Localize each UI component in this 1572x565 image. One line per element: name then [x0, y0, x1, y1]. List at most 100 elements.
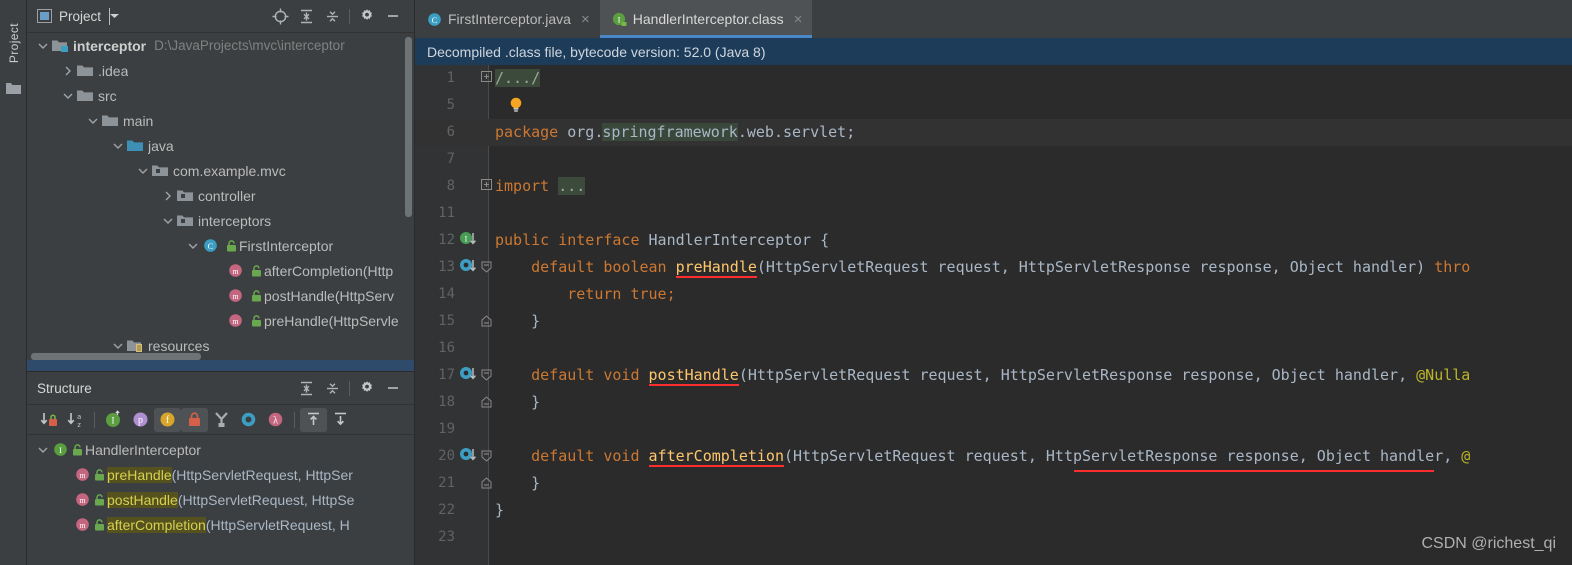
chevron-down-icon[interactable] [109, 7, 120, 25]
overridden-method-icon[interactable] [459, 447, 481, 468]
code-line[interactable]: 18 } [415, 389, 1572, 416]
project-tree-row[interactable]: m preHandle(HttpServle [27, 308, 414, 333]
chevron-down-icon[interactable] [110, 342, 126, 350]
svg-text:C: C [207, 241, 213, 251]
structure-member-name: postHandle [107, 491, 178, 508]
fold-collapse-end-icon[interactable] [481, 315, 492, 330]
folded-imports-placeholder[interactable]: ... [558, 177, 586, 195]
chevron-down-icon[interactable] [60, 92, 76, 100]
close-icon[interactable]: × [581, 12, 590, 27]
code-line[interactable]: 23 [415, 524, 1572, 551]
expand-all-structure-button[interactable] [300, 407, 327, 432]
chevron-down-icon[interactable] [110, 142, 126, 150]
sort-alphabetically-button[interactable]: az [62, 408, 89, 432]
code-line[interactable]: 5 [415, 92, 1572, 119]
chevron-down-icon[interactable] [35, 42, 51, 50]
fold-collapse-end-icon[interactable] [481, 396, 492, 411]
project-tree-row[interactable]: interceptors [27, 208, 414, 233]
implemented-interface-icon[interactable]: I [459, 231, 481, 252]
code-line[interactable]: 8 import ... [415, 173, 1572, 200]
code-line[interactable]: 11 [415, 200, 1572, 227]
locate-target-icon[interactable] [267, 4, 293, 28]
code-line[interactable]: 14 return true; [415, 281, 1572, 308]
code-line[interactable]: 12 Ipublic interface HandlerInterceptor { [415, 227, 1572, 254]
code-editor[interactable]: 1 /.../ 5 6 package org.springframework.web.… [415, 65, 1572, 565]
code-line[interactable]: 7 [415, 146, 1572, 173]
chevron-down-icon[interactable] [135, 167, 151, 175]
project-tree-row[interactable]: C FirstInterceptor [27, 233, 414, 258]
project-tree-vertical-scrollbar[interactable] [405, 37, 412, 217]
show-anonymous-classes-button[interactable] [208, 408, 235, 432]
minimize-icon[interactable] [380, 376, 406, 400]
project-tree[interactable]: interceptor D:\JavaProjects\mvc\intercept… [27, 33, 414, 371]
unlocked-green-icon [69, 443, 85, 456]
project-tree-row[interactable]: m afterCompletion(Http [27, 258, 414, 283]
close-icon[interactable]: × [794, 12, 803, 27]
project-tree-row[interactable]: interceptor D:\JavaProjects\mvc\intercept… [27, 33, 414, 58]
gear-icon[interactable] [354, 376, 380, 400]
fold-expand-icon[interactable] [481, 71, 492, 85]
show-lambdas-button[interactable]: λ [262, 408, 289, 432]
expand-all-icon[interactable] [293, 376, 319, 400]
project-tree-row[interactable]: com.example.mvc [27, 158, 414, 183]
project-tree-selected-row[interactable] [27, 360, 414, 371]
fold-collapse-start-icon[interactable] [481, 261, 492, 276]
code-line[interactable]: 22} [415, 497, 1572, 524]
project-tree-row[interactable]: controller [27, 183, 414, 208]
fold-collapse-start-icon[interactable] [481, 450, 492, 465]
chevron-down-icon[interactable] [35, 446, 51, 454]
overridden-method-icon[interactable] [459, 258, 481, 279]
overridden-method-icon[interactable] [459, 366, 481, 387]
keyword-default-void: default void [531, 366, 649, 384]
show-properties-button[interactable]: p [127, 408, 154, 432]
fold-collapse-end-icon[interactable] [481, 477, 492, 492]
project-tree-row[interactable]: .idea [27, 58, 414, 83]
show-inherited-members-button[interactable]: I [100, 408, 127, 432]
chevron-down-icon[interactable] [160, 217, 176, 225]
structure-tree-row[interactable]: I HandlerInterceptor [27, 437, 414, 462]
module-folder-icon [51, 39, 69, 53]
show-non-public-button[interactable] [181, 407, 208, 432]
minimize-icon[interactable] [380, 4, 406, 28]
chevron-down-icon[interactable] [185, 242, 201, 250]
folded-comment-placeholder[interactable]: /.../ [495, 69, 541, 87]
code-line[interactable]: 6 package org.springframework.web.servlet… [415, 119, 1572, 146]
project-tree-row[interactable]: m postHandle(HttpServ [27, 283, 414, 308]
chevron-down-icon[interactable] [85, 117, 101, 125]
structure-tree-row[interactable]: m afterCompletion (HttpServletRequest, H [27, 512, 414, 537]
tool-window-tab-project[interactable]: Project [0, 6, 27, 80]
editor-tab-firstinterceptor[interactable]: C FirstInterceptor.java × [415, 0, 600, 38]
code-line[interactable]: 17 default void postHandle(HttpServletRe… [415, 362, 1572, 389]
fold-expand-icon[interactable] [481, 179, 492, 193]
decompiled-notice-banner: Decompiled .class file, bytecode version… [415, 38, 1572, 65]
collapse-all-icon[interactable] [319, 4, 345, 28]
folder-icon[interactable] [6, 82, 21, 98]
code-line[interactable]: 13 default boolean preHandle(HttpServlet… [415, 254, 1572, 281]
gear-icon[interactable] [354, 4, 380, 28]
structure-tree-row[interactable]: m postHandle (HttpServletRequest, HttpSe [27, 487, 414, 512]
show-fields-button[interactable]: f [154, 407, 181, 432]
code-line[interactable]: 21 } [415, 470, 1572, 497]
collapse-all-icon[interactable] [319, 376, 345, 400]
project-tree-row[interactable]: java [27, 133, 414, 158]
fold-collapse-start-icon[interactable] [481, 369, 492, 384]
error-underline-extension [1073, 470, 1434, 472]
group-methods-button[interactable] [235, 408, 262, 432]
structure-tree-row[interactable]: m preHandle (HttpServletRequest, HttpSer [27, 462, 414, 487]
code-line[interactable]: 20 default void afterCompletion(HttpServ… [415, 443, 1572, 470]
chevron-right-icon[interactable] [60, 66, 76, 76]
expand-all-icon[interactable] [293, 4, 319, 28]
code-line[interactable]: 16 [415, 335, 1572, 362]
structure-tree[interactable]: I HandlerInterceptor m preHandle (HttpServle… [27, 435, 414, 537]
sort-by-visibility-button[interactable] [35, 408, 62, 432]
code-line[interactable]: 19 [415, 416, 1572, 443]
left-tool-strip: Project [0, 0, 27, 565]
code-line[interactable]: 15 } [415, 308, 1572, 335]
code-line[interactable]: 1 /.../ [415, 65, 1572, 92]
editor-tab-handlerinterceptor[interactable]: I HandlerInterceptor.class × [599, 0, 813, 38]
project-tree-row[interactable]: src [27, 83, 414, 108]
project-tree-row[interactable]: main [27, 108, 414, 133]
project-tree-horizontal-scrollbar[interactable] [31, 353, 201, 360]
collapse-all-structure-button[interactable] [327, 408, 354, 432]
chevron-right-icon[interactable] [160, 191, 176, 201]
